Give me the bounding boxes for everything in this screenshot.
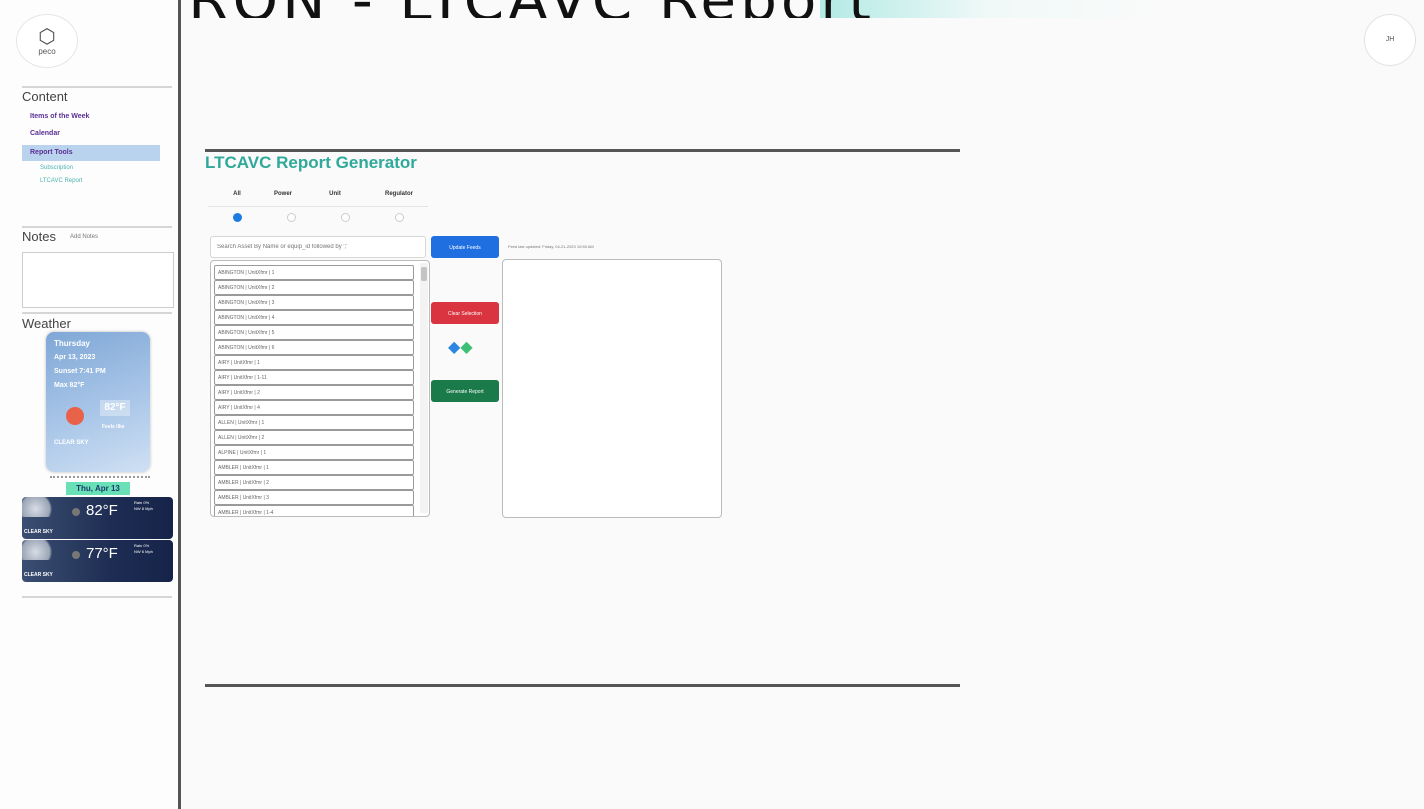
asset-search-input[interactable]	[210, 236, 426, 258]
asset-list-item[interactable]: AIRY | UnitXfmr | 1-11	[214, 370, 414, 385]
sidebar: ⬡ peco Content Items of the Week Calenda…	[0, 0, 181, 809]
cloud-icon	[22, 540, 56, 560]
clear-selection-button[interactable]: Clear Selection	[431, 302, 499, 324]
hexagon-logo-icon: ⬡	[38, 25, 56, 48]
asset-list-item[interactable]: AIRY | UnitXfmr | 1	[214, 355, 414, 370]
filter-radio-regulator[interactable]	[395, 213, 404, 222]
divider	[22, 312, 172, 314]
asset-list-item[interactable]: AMBLER | UnitXfmr | 3	[214, 490, 414, 505]
filter-label-unit: Unit	[329, 191, 341, 197]
content-heading: Content	[22, 89, 68, 104]
sidebar-subitem-ltcavc-report[interactable]: LTCAVC Report	[40, 178, 82, 184]
divider	[22, 596, 172, 598]
notes-box[interactable]	[22, 252, 174, 308]
asset-list-item[interactable]: ABINGTON | UnitXfmr | 1	[214, 265, 414, 280]
divider	[22, 226, 172, 228]
asset-list-item[interactable]: ABINGTON | UnitXfmr | 3	[214, 295, 414, 310]
filter-label-power: Power	[273, 191, 292, 197]
weather-temp: 82°F	[100, 400, 130, 416]
logo[interactable]: ⬡ peco	[16, 14, 78, 68]
notes-heading: Notes	[22, 229, 56, 244]
weather-feels: Feels like	[102, 424, 125, 430]
selected-assets-list[interactable]	[502, 259, 722, 518]
section-rule-top	[205, 149, 960, 152]
hourly-temp: 82°F	[86, 502, 118, 519]
filter-label-regulator: Regulator	[384, 191, 413, 197]
moon-icon	[72, 508, 80, 516]
sidebar-item-items-of-the-week[interactable]: Items of the Week	[30, 113, 89, 120]
arrow-right-icon[interactable]: ◆	[460, 339, 472, 356]
add-notes-link[interactable]: Add Notes	[70, 234, 98, 240]
asset-list-item[interactable]: AMBLER | UnitXfmr | 1	[214, 460, 414, 475]
transfer-arrows-icon[interactable]: ◆◆	[448, 340, 473, 356]
asset-list-item[interactable]: AMBLER | UnitXfmr | 1-4	[214, 505, 414, 516]
hourly-info: Rain 0% NW 6 Mph	[134, 543, 153, 555]
hourly-info: Rain 0% NW 8 Mph	[134, 500, 153, 512]
asset-list-item[interactable]: ALLEN | UnitXfmr | 1	[214, 415, 414, 430]
asset-list-item[interactable]: ALPINE | UnitXfmr | 1	[214, 445, 414, 460]
filter-divider	[208, 206, 428, 207]
sidebar-subitem-subscription[interactable]: Subscription	[40, 165, 73, 171]
hourly-card[interactable]: 82°F Rain 0% NW 8 Mph CLEAR SKY	[22, 497, 173, 539]
update-feeds-button[interactable]: Update Feeds	[431, 236, 499, 258]
asset-list-item[interactable]: AMBLER | UnitXfmr | 2	[214, 475, 414, 490]
asset-list-item[interactable]: ABINGTON | UnitXfmr | 5	[214, 325, 414, 340]
hourly-desc: CLEAR SKY	[24, 529, 53, 535]
weather-heading: Weather	[22, 316, 71, 331]
page-banner: OPPITRON - LTCAVC Report	[0, 0, 1424, 18]
arrow-left-icon[interactable]: ◆	[448, 339, 460, 356]
weather-card[interactable]: Thursday Apr 13, 2023 Sunset 7:41 PM Max…	[46, 332, 150, 472]
weather-desc: CLEAR SKY	[54, 440, 89, 446]
hourly-wind: NW 6 Mph	[134, 549, 153, 554]
hourly-desc: CLEAR SKY	[24, 572, 53, 578]
asset-list-item[interactable]: ALLEN | UnitXfmr | 2	[214, 430, 414, 445]
asset-list[interactable]: ABINGTON | UnitXfmr | 1 ABINGTON | UnitXf…	[210, 260, 430, 517]
generate-report-button[interactable]: Generate Report	[431, 380, 499, 402]
asset-list-item[interactable]: ABINGTON | UnitXfmr | 4	[214, 310, 414, 325]
scrollbar[interactable]	[420, 263, 428, 513]
asset-list-item[interactable]: AIRY | UnitXfmr | 2	[214, 385, 414, 400]
logo-text: peco	[38, 46, 56, 56]
sidebar-item-report-tools[interactable]: Report Tools	[22, 145, 160, 161]
filter-radio-unit[interactable]	[341, 213, 350, 222]
asset-list-item[interactable]: ABINGTON | UnitXfmr | 6	[214, 340, 414, 355]
date-tag: Thu, Apr 13	[66, 482, 130, 495]
moon-icon	[72, 551, 80, 559]
hourly-card[interactable]: 77°F Rain 0% NW 6 Mph CLEAR SKY	[22, 540, 173, 582]
weather-date: Apr 13, 2023	[54, 354, 96, 361]
last-updated-text: Feed last updated: Friday, 04-21-2023 10…	[508, 244, 594, 249]
weather-max: Max 82°F	[54, 382, 85, 389]
weather-day: Thursday	[54, 339, 91, 348]
asset-list-item[interactable]: ABINGTON | UnitXfmr | 2	[214, 280, 414, 295]
sun-icon	[66, 407, 84, 425]
asset-list-item[interactable]: AIRY | UnitXfmr | 4	[214, 400, 414, 415]
cloud-icon	[22, 497, 56, 517]
section-rule-bottom	[205, 684, 960, 687]
divider	[22, 86, 172, 88]
page-title: LTCAVC Report Generator	[205, 153, 417, 172]
sidebar-item-calendar[interactable]: Calendar	[30, 130, 60, 137]
carousel-dots[interactable]	[50, 476, 150, 478]
filter-radio-all[interactable]	[233, 213, 242, 222]
filter-label-all: All	[233, 191, 241, 197]
hourly-temp: 77°F	[86, 545, 118, 562]
filter-radio-power[interactable]	[287, 213, 296, 222]
weather-sunset: Sunset 7:41 PM	[54, 368, 106, 375]
user-avatar[interactable]: JH	[1364, 14, 1416, 66]
hourly-wind: NW 8 Mph	[134, 506, 153, 511]
scrollbar-thumb[interactable]	[421, 267, 427, 281]
